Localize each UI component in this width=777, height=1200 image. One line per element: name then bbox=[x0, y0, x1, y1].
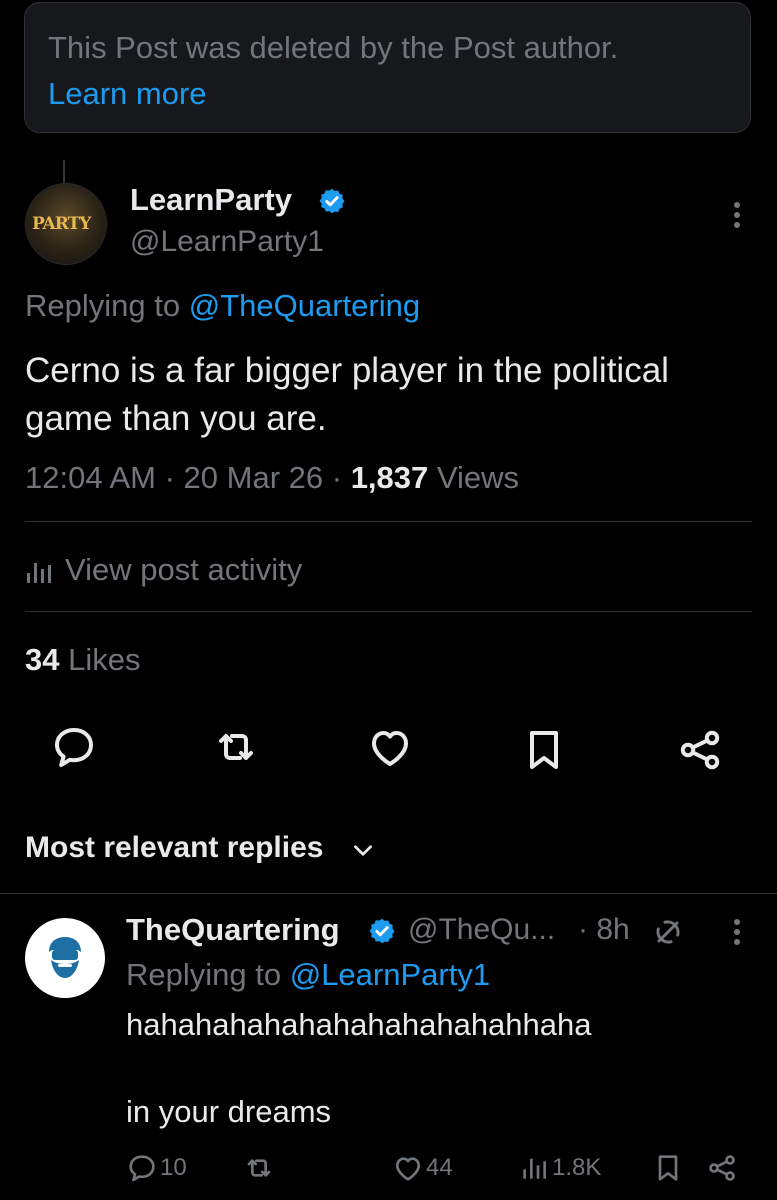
comment-icon bbox=[129, 1155, 155, 1182]
view-post-activity-label: View post activity bbox=[65, 552, 303, 587]
reply-text-line: in your dreams bbox=[126, 1094, 332, 1129]
replying-to-link[interactable]: @TheQuartering bbox=[189, 288, 420, 323]
heart-icon[interactable] bbox=[366, 723, 414, 771]
reply-retweet-button[interactable] bbox=[243, 1150, 275, 1186]
divider bbox=[0, 893, 777, 894]
reply-text-line: hahahahahahahahahahahahhaha bbox=[126, 1007, 592, 1042]
heart-icon bbox=[396, 1157, 420, 1181]
reply-count: 10 bbox=[160, 1154, 187, 1181]
post-date[interactable]: 20 Mar 26 bbox=[184, 460, 324, 495]
replying-prefix: Replying to bbox=[25, 288, 189, 323]
analytics-icon bbox=[27, 562, 51, 583]
reply-like-button[interactable]: 44 bbox=[392, 1150, 453, 1186]
post-text: Cerno is a far bigger player in the poli… bbox=[25, 351, 669, 438]
reply-comment-button[interactable]: 10 bbox=[126, 1150, 187, 1186]
likes-count-link[interactable]: 34 Likes bbox=[25, 640, 140, 680]
reply-author-handle[interactable]: @TheQu... bbox=[408, 910, 555, 950]
likes-count: 34 bbox=[25, 642, 60, 677]
replying-prefix: Replying to bbox=[126, 957, 290, 992]
views-count: 1,837 bbox=[350, 460, 429, 495]
more-options-icon[interactable] bbox=[722, 914, 752, 950]
meta-separator: · bbox=[155, 460, 184, 495]
reply-share-button[interactable] bbox=[706, 1150, 738, 1186]
share-icon[interactable] bbox=[676, 726, 724, 774]
comment-icon[interactable] bbox=[50, 723, 98, 771]
reply-views-button[interactable]: 1.8K bbox=[518, 1150, 601, 1186]
reply-bookmark-button[interactable] bbox=[652, 1150, 684, 1186]
author-avatar[interactable]: PARTY bbox=[25, 183, 107, 265]
analytics-icon bbox=[523, 1158, 546, 1179]
learn-more-link[interactable]: Learn more bbox=[48, 74, 207, 114]
post-meta: 12:04 AM · 20 Mar 26 · 1,837 Views bbox=[25, 458, 519, 498]
author-handle[interactable]: @LearnParty1 bbox=[130, 222, 324, 262]
replying-to-line: Replying to @TheQuartering bbox=[25, 286, 420, 326]
view-post-activity[interactable]: View post activity bbox=[25, 550, 302, 590]
more-options-icon[interactable] bbox=[722, 197, 752, 233]
likes-label: Likes bbox=[59, 642, 141, 677]
chevron-down-icon[interactable] bbox=[350, 837, 376, 863]
views-label: Views bbox=[428, 460, 520, 495]
grok-icon[interactable] bbox=[650, 914, 686, 950]
retweet-icon bbox=[247, 1159, 271, 1177]
reply-author-name[interactable]: TheQuartering bbox=[126, 910, 340, 950]
thread-connector-line bbox=[63, 160, 65, 184]
replying-to-link[interactable]: @LearnParty1 bbox=[290, 957, 490, 992]
verified-badge-icon bbox=[369, 918, 395, 944]
meta-separator: · bbox=[323, 460, 351, 495]
bearded-man-logo-icon bbox=[49, 937, 81, 978]
avatar-logo-text: PARTY bbox=[32, 214, 91, 234]
post-time[interactable]: 12:04 AM bbox=[25, 460, 156, 495]
like-count: 44 bbox=[426, 1154, 453, 1181]
reply-timestamp[interactable]: · 8h bbox=[578, 910, 630, 950]
bookmark-icon bbox=[658, 1155, 678, 1181]
author-name[interactable]: LearnParty bbox=[130, 180, 292, 220]
deleted-notice-text: This Post was deleted by the Post author… bbox=[48, 30, 619, 65]
share-icon bbox=[709, 1155, 735, 1181]
verified-badge-icon bbox=[319, 188, 345, 214]
bookmark-icon[interactable] bbox=[520, 726, 568, 774]
divider bbox=[25, 521, 752, 522]
reply-replying-to-line: Replying to @LearnParty1 bbox=[126, 955, 490, 995]
view-count: 1.8K bbox=[552, 1154, 602, 1181]
divider bbox=[25, 611, 752, 612]
reply-author-avatar[interactable] bbox=[25, 918, 105, 998]
replies-sort-dropdown[interactable]: Most relevant replies bbox=[25, 828, 323, 868]
retweet-icon[interactable] bbox=[212, 723, 260, 771]
